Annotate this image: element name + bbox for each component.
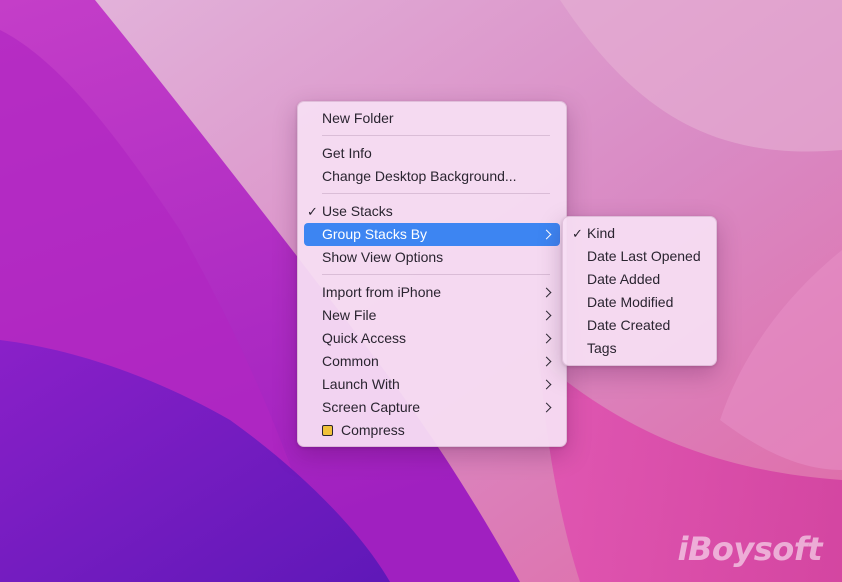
submenu-item-date-last-opened[interactable]: Date Last Opened [569, 245, 710, 268]
menu-item-use-stacks[interactable]: ✓ Use Stacks [304, 200, 560, 223]
app-icon [322, 425, 333, 436]
menu-item-quick-access[interactable]: Quick Access [304, 327, 560, 350]
menu-item-label: Date Added [587, 271, 661, 287]
checkmark-icon: ✓ [307, 204, 318, 219]
menu-item-label: Change Desktop Background... [322, 168, 517, 184]
chevron-right-icon [541, 356, 552, 367]
chevron-right-icon [541, 310, 552, 321]
menu-item-group-stacks-by[interactable]: Group Stacks By [304, 223, 560, 246]
group-stacks-by-submenu: ✓ Kind Date Last Opened Date Added Date Modi… [562, 216, 717, 366]
submenu-item-date-added[interactable]: Date Added [569, 268, 710, 291]
menu-item-change-desktop-background[interactable]: Change Desktop Background... [304, 165, 560, 188]
submenu-item-date-created[interactable]: Date Created [569, 314, 710, 337]
menu-item-label: Launch With [322, 376, 400, 392]
menu-item-label: Screen Capture [322, 399, 421, 415]
menu-item-show-view-options[interactable]: Show View Options [304, 246, 560, 269]
checkmark-icon: ✓ [572, 226, 583, 241]
chevron-right-icon [541, 229, 552, 240]
menu-item-label: Import from iPhone [322, 284, 442, 300]
submenu-item-kind[interactable]: ✓ Kind [569, 222, 710, 245]
menu-item-screen-capture[interactable]: Screen Capture [304, 396, 560, 419]
menu-item-label: Show View Options [322, 249, 444, 265]
menu-item-label: Compress [341, 422, 405, 438]
menu-item-get-info[interactable]: Get Info [304, 142, 560, 165]
menu-item-compress[interactable]: Compress [304, 419, 560, 442]
menu-item-label: Group Stacks By [322, 226, 428, 242]
menu-item-common[interactable]: Common [304, 350, 560, 373]
chevron-right-icon [541, 287, 552, 298]
menu-separator [322, 193, 550, 194]
menu-item-label: Quick Access [322, 330, 407, 346]
menu-item-new-file[interactable]: New File [304, 304, 560, 327]
menu-item-import-from-iphone[interactable]: Import from iPhone [304, 281, 560, 304]
submenu-item-date-modified[interactable]: Date Modified [569, 291, 710, 314]
submenu-item-tags[interactable]: Tags [569, 337, 710, 360]
menu-item-label: Use Stacks [322, 203, 393, 219]
chevron-right-icon [541, 379, 552, 390]
desktop-context-menu: New Folder Get Info Change Desktop Backgro… [297, 101, 567, 447]
menu-item-label: Date Created [587, 317, 671, 333]
menu-item-label: Kind [587, 225, 616, 241]
chevron-right-icon [541, 333, 552, 344]
menu-item-label: Tags [587, 340, 617, 356]
menu-item-label: New Folder [322, 110, 394, 126]
menu-item-new-folder[interactable]: New Folder [304, 107, 560, 130]
chevron-right-icon [541, 402, 552, 413]
iboysoft-watermark: iBoysoft [677, 530, 823, 568]
menu-separator [322, 135, 550, 136]
menu-item-label: Date Modified [587, 294, 674, 310]
menu-item-label: Get Info [322, 145, 372, 161]
menu-item-launch-with[interactable]: Launch With [304, 373, 560, 396]
menu-item-label: Common [322, 353, 379, 369]
menu-separator [322, 274, 550, 275]
menu-item-label: New File [322, 307, 377, 323]
menu-item-label: Date Last Opened [587, 248, 701, 264]
